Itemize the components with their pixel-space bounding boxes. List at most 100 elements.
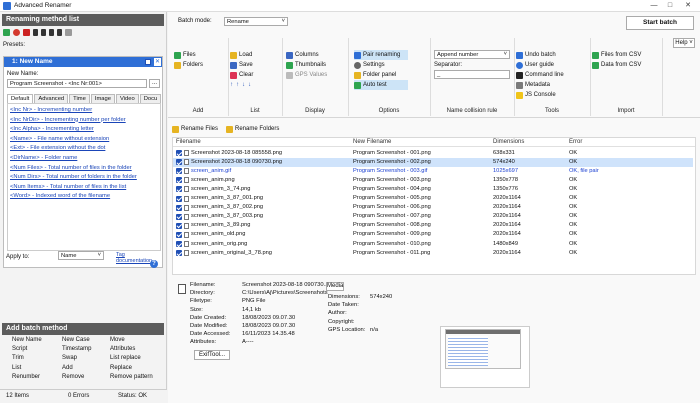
columns-button[interactable]: Columns	[286, 50, 327, 60]
tab-video[interactable]: Video	[115, 94, 139, 103]
method-enabled-checkbox[interactable]	[145, 59, 151, 65]
maximize-icon[interactable]: □	[664, 1, 676, 11]
start-batch-button[interactable]: Start batch	[626, 16, 694, 30]
tab-media[interactable]: Media	[326, 282, 344, 291]
auto-test-button[interactable]: Auto test	[354, 80, 409, 90]
table-row[interactable]: screen_anim_3_87_002.png Program Screensh…	[173, 204, 693, 213]
batch-method-item[interactable]: New Case	[62, 337, 90, 343]
row-checkbox[interactable]	[176, 222, 182, 229]
table-row[interactable]: screen_anim_orig.png Program Screenshot -…	[173, 240, 693, 249]
table-row[interactable]: screen_anim.png Program Screenshot - 003.…	[173, 176, 693, 185]
method-close-icon[interactable]: ✕	[154, 58, 161, 66]
data-from-csv-button[interactable]: Data from CSV	[592, 60, 641, 70]
metadata-button[interactable]: Metadata	[516, 80, 564, 90]
remove-method-icon[interactable]	[13, 29, 20, 36]
batch-method-item[interactable]: Replace	[110, 365, 132, 371]
tab-docu[interactable]: Docu	[139, 94, 162, 103]
move-bottom-icon[interactable]	[57, 29, 62, 36]
row-checkbox[interactable]	[176, 204, 182, 211]
move-up-icon[interactable]	[41, 29, 46, 36]
batch-method-item[interactable]: Add	[62, 365, 73, 371]
tag-link[interactable]: <Inc Alpha> - Incrementing letter	[10, 125, 137, 135]
method-row[interactable]: 1: New Name	[4, 57, 162, 67]
batch-method-item[interactable]: Script	[12, 346, 27, 352]
tab-image[interactable]: Image	[90, 94, 115, 103]
thumbnails-button[interactable]: Thumbnails	[286, 60, 327, 70]
files-from-csv-button[interactable]: Files from CSV	[592, 50, 641, 60]
batch-method-item[interactable]: Remove pattern	[110, 374, 153, 380]
tag-link[interactable]: <Num Items> - Total number of files in t…	[10, 183, 137, 193]
tab-advanced[interactable]: Advanced	[34, 94, 69, 103]
row-checkbox[interactable]	[176, 213, 182, 220]
new-name-input[interactable]: Program Screenshot - <Inc Nr:001>	[7, 79, 147, 88]
table-row[interactable]: screen_anim_original_3_78.png Program Scr…	[173, 249, 693, 258]
minimize-icon[interactable]: —	[648, 1, 660, 11]
tag-link[interactable]: <Ext> - File extension without the dot	[10, 144, 137, 154]
column-header[interactable]: Error	[569, 139, 582, 145]
table-row[interactable]: screen_anim_3_87_001.png Program Screensh…	[173, 195, 693, 204]
row-checkbox[interactable]	[176, 186, 182, 193]
batch-method-item[interactable]: List	[12, 365, 21, 371]
sort-arrows[interactable]: ↑ ↑ ↓ ↓	[230, 80, 253, 90]
tag-link[interactable]: <Name> - File name without extension	[10, 135, 137, 145]
tab-default[interactable]: Default	[7, 94, 34, 103]
collision-rule-select[interactable]: Append number ˅	[434, 50, 510, 59]
batch-method-item[interactable]: Renumber	[12, 374, 40, 380]
new-name-more-button[interactable]: ...	[149, 79, 160, 88]
batch-method-item[interactable]: Move	[110, 337, 125, 343]
row-checkbox[interactable]	[176, 195, 182, 202]
tab-time[interactable]: Time	[69, 94, 90, 103]
row-checkbox[interactable]	[176, 177, 182, 184]
tab-rename-folders[interactable]: Rename Folders	[226, 124, 279, 134]
undo-batch-button[interactable]: Undo batch	[516, 50, 564, 60]
batch-mode-select[interactable]: Rename ˅	[224, 17, 288, 26]
row-checkbox[interactable]	[176, 241, 182, 247]
pair-renaming-button[interactable]: Pair renaming	[354, 50, 409, 60]
load-button[interactable]: Load	[230, 50, 253, 60]
batch-method-item[interactable]: Attributes	[110, 346, 135, 352]
table-row[interactable]: Screenshot 2023-08-18 090730.png Program …	[173, 158, 693, 167]
exiftool-button[interactable]: ExifTool...	[194, 350, 230, 360]
tag-link[interactable]: <Inc Nr> - Incrementing number	[10, 106, 137, 116]
batch-method-item[interactable]: New Name	[12, 337, 42, 343]
gps-values-button[interactable]: GPS Values	[286, 70, 327, 80]
settings-button[interactable]: Settings	[354, 60, 408, 70]
move-top-icon[interactable]	[33, 29, 38, 36]
clear-methods-icon[interactable]	[23, 29, 30, 36]
js-console-button[interactable]: JS Console	[516, 90, 564, 100]
tag-link[interactable]: <Word> - Indexed word of the filename	[10, 192, 137, 202]
apply-to-select[interactable]: Name ˅	[58, 251, 104, 260]
clear-button[interactable]: Clear	[230, 70, 253, 80]
batch-method-item[interactable]: List replace	[110, 355, 141, 361]
tag-link[interactable]: <DirName> - Folder name	[10, 154, 137, 164]
row-checkbox[interactable]	[176, 159, 182, 166]
tab-rename-files[interactable]: Rename Files	[172, 124, 218, 134]
separator-input[interactable]: _	[434, 70, 510, 79]
help-icon[interactable]: ?	[150, 260, 158, 268]
row-checkbox[interactable]	[176, 150, 182, 156]
batch-method-item[interactable]: Swap	[62, 355, 77, 361]
batch-method-item[interactable]: Trim	[12, 355, 24, 361]
add-folders-button[interactable]: Folders	[174, 60, 203, 70]
column-header[interactable]: Filename	[176, 139, 201, 145]
tag-link[interactable]: <Inc NrDir> - Incrementing number per fo…	[10, 116, 137, 126]
batch-method-item[interactable]: Timestamp	[62, 346, 91, 352]
table-row[interactable]: screen_anim_3_87_003.png Program Screensh…	[173, 213, 693, 222]
column-header[interactable]: Dimensions	[493, 139, 524, 145]
add-files-button[interactable]: Files	[174, 50, 203, 60]
tag-link[interactable]: <Num Dirs> - Total number of folders in …	[10, 173, 137, 183]
close-icon[interactable]: ✕	[682, 1, 694, 11]
table-row[interactable]: screen_anim.gif Program Screenshot - 003.…	[173, 167, 693, 176]
move-down-icon[interactable]	[49, 29, 54, 36]
table-row[interactable]: screen_anim_old.png Program Screenshot - …	[173, 231, 693, 240]
add-method-icon[interactable]	[3, 29, 10, 36]
command-line-button[interactable]: Command line	[516, 70, 564, 80]
folder-panel-button[interactable]: Folder panel	[354, 70, 408, 80]
table-row[interactable]: screen_anim_3_74.png Program Screenshot -…	[173, 185, 693, 194]
user-guide-button[interactable]: User guide	[516, 60, 564, 70]
table-row[interactable]: Screenshot 2023-08-18 085558.png Program …	[173, 149, 693, 158]
save-button[interactable]: Save	[230, 60, 253, 70]
batch-method-item[interactable]: Remove	[62, 374, 84, 380]
row-checkbox[interactable]	[176, 168, 182, 175]
more-icon[interactable]	[65, 29, 72, 36]
